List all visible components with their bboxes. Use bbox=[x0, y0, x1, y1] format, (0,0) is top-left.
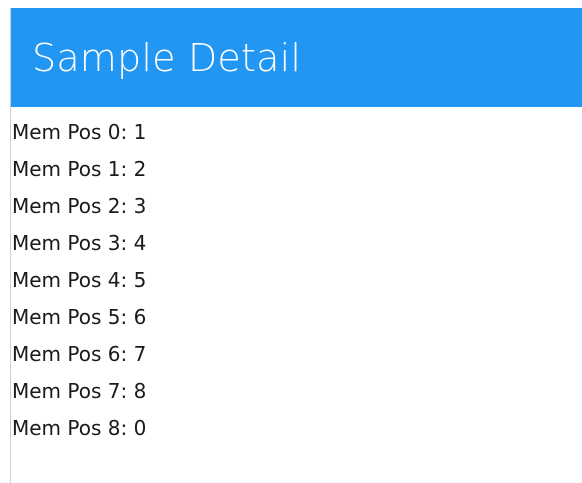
list-item: Mem Pos 2: 3 bbox=[12, 194, 147, 218]
list-item: Mem Pos 0: 1 bbox=[12, 120, 147, 144]
list-item: Mem Pos 5: 6 bbox=[12, 305, 147, 329]
list-item: Mem Pos 6: 7 bbox=[12, 342, 147, 366]
list-item: Mem Pos 4: 5 bbox=[12, 268, 147, 292]
memory-list: Mem Pos 0: 1 Mem Pos 1: 2 Mem Pos 2: 3 M… bbox=[12, 114, 572, 447]
page-header: Sample Detail bbox=[11, 8, 582, 107]
page-title: Sample Detail bbox=[32, 35, 302, 80]
list-item: Mem Pos 8: 0 bbox=[12, 416, 147, 440]
list-item: Mem Pos 7: 8 bbox=[12, 379, 147, 403]
list-item: Mem Pos 3: 4 bbox=[12, 231, 147, 255]
app-window: Sample Detail Mem Pos 0: 1 Mem Pos 1: 2 … bbox=[0, 0, 582, 483]
list-item: Mem Pos 1: 2 bbox=[12, 157, 147, 181]
